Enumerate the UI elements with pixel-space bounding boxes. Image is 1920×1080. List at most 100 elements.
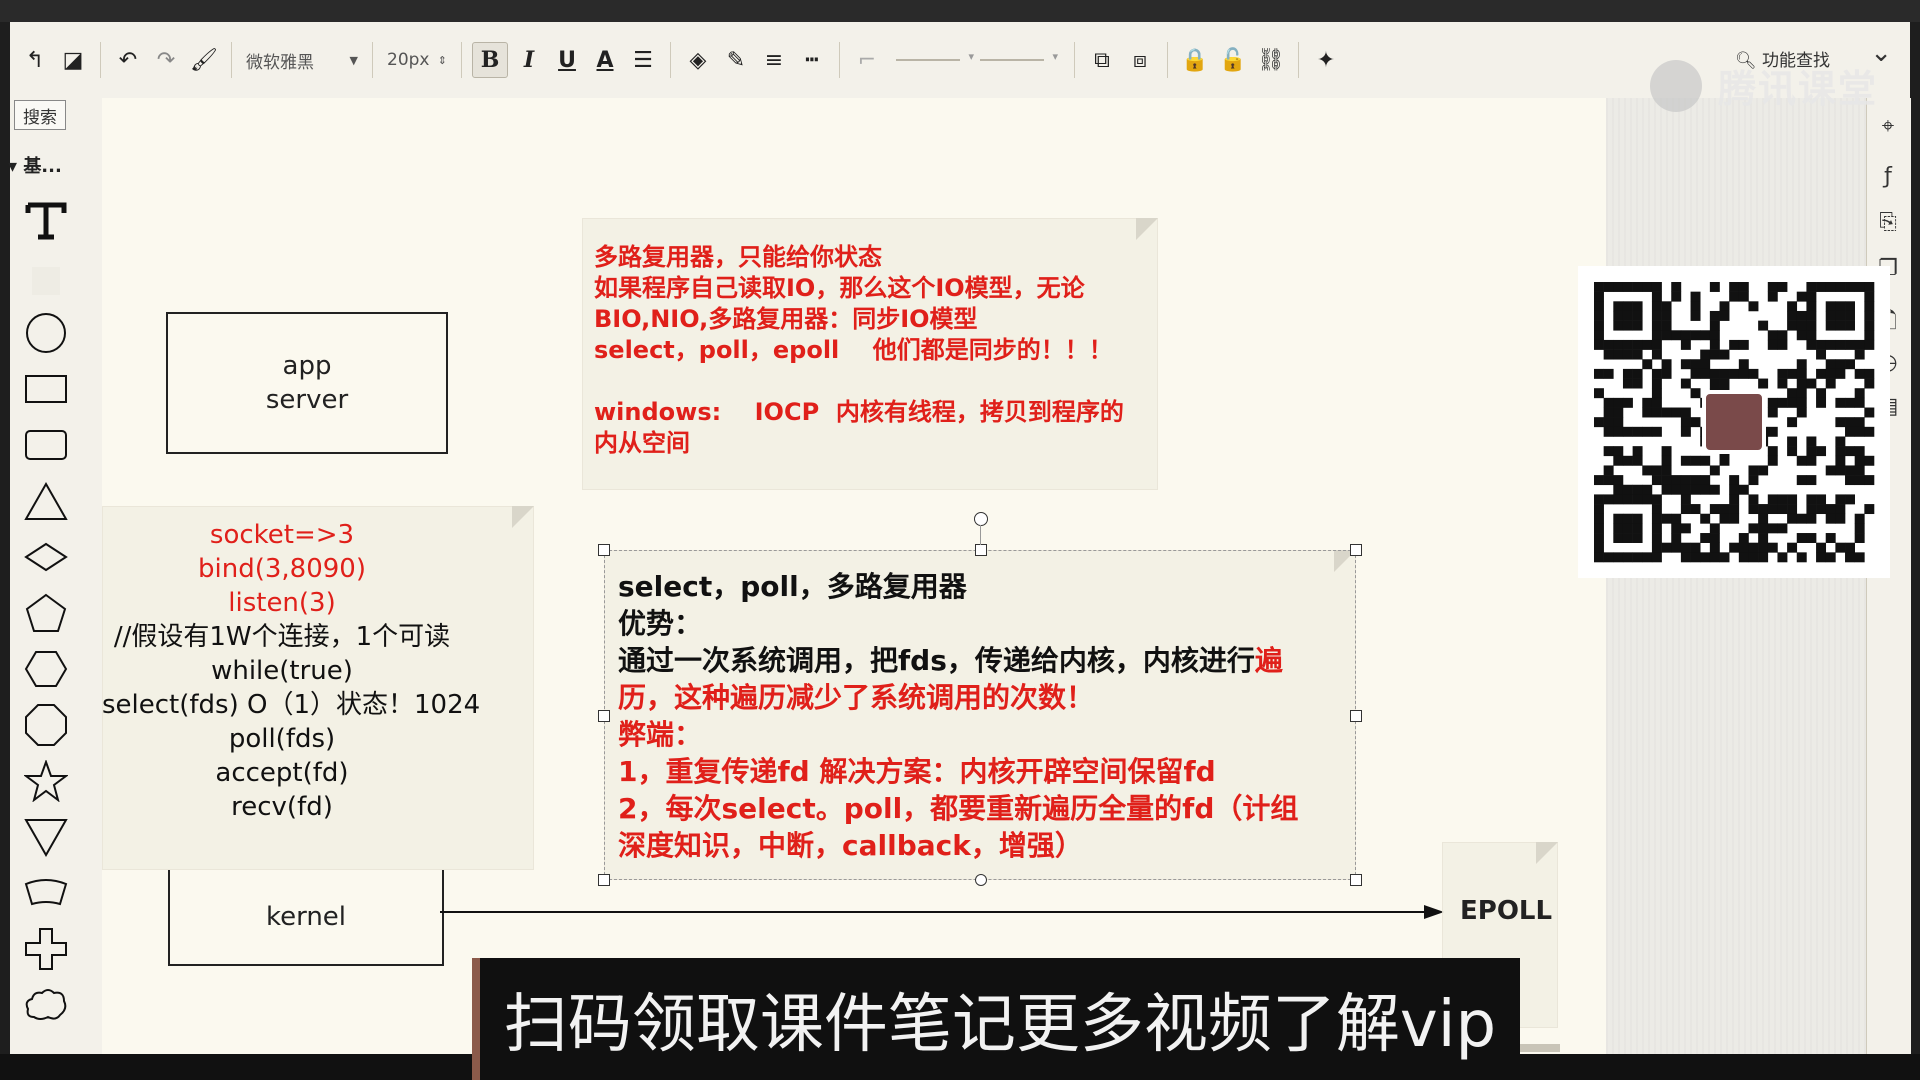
code-line: bind(3,8090) — [198, 554, 366, 584]
code-line: socket=>3 — [209, 520, 355, 550]
window-top-strip — [0, 0, 1920, 22]
note-fold-corner — [1136, 218, 1158, 240]
diamond-shape-icon[interactable] — [20, 534, 72, 580]
undo-icon[interactable]: ↶ — [111, 43, 145, 77]
note-multiplexer[interactable]: 多路复用器，只能给你状态 如果程序自己读取IO，那么这个IO模型，无论 BIO,… — [582, 218, 1158, 490]
connector-icon[interactable]: ⌐ — [850, 43, 884, 77]
divider — [1298, 42, 1299, 78]
cloud-shape-icon[interactable] — [20, 982, 72, 1028]
cross-shape-icon[interactable] — [20, 926, 72, 972]
octagon-shape-icon[interactable] — [20, 702, 72, 748]
end-arrow-select[interactable] — [980, 50, 1058, 63]
magic-wand-icon[interactable]: ✦ — [1309, 43, 1343, 77]
font-size-select[interactable]: 20px ⇕ — [381, 42, 453, 78]
line-color-icon[interactable]: ✎ — [719, 43, 753, 77]
selection-frame — [604, 550, 1356, 880]
app-server-label-line: app — [282, 351, 332, 381]
underline-button[interactable]: U — [550, 43, 584, 77]
font-size-value: 20px — [387, 50, 430, 70]
divider — [839, 42, 840, 78]
back-icon[interactable]: ↰ — [18, 43, 52, 77]
resize-handle-s[interactable] — [975, 874, 987, 886]
qr-code — [1578, 266, 1890, 578]
font-family-select[interactable]: 微软雅黑 ▼ — [240, 42, 364, 78]
rectangle-shape-icon[interactable] — [20, 366, 72, 412]
align-icon[interactable]: ☰ — [626, 43, 660, 77]
divider — [231, 42, 232, 78]
divider — [100, 42, 101, 78]
unlock-icon[interactable]: 🔓 — [1216, 43, 1250, 77]
font-color-button[interactable]: A — [588, 43, 622, 77]
shape-search-input[interactable]: 搜索 — [14, 100, 66, 130]
arrow-kernel-to-epoll[interactable] — [440, 902, 1450, 922]
resize-handle-w[interactable] — [598, 710, 610, 722]
inverted-triangle-shape-icon[interactable] — [20, 814, 72, 860]
export-icon[interactable]: ⎘ — [1873, 210, 1903, 240]
redo-icon[interactable]: ↷ — [149, 43, 183, 77]
italic-button[interactable]: I — [512, 43, 546, 77]
line-style-icon[interactable]: ┅ — [795, 43, 829, 77]
code-line: //假设有1W个连接，1个可读 — [113, 622, 451, 652]
resize-handle-sw[interactable] — [598, 874, 610, 886]
note-fold-corner — [512, 506, 534, 528]
note-line: BIO,NIO,多路复用器：同步IO模型 — [594, 305, 978, 333]
circle-shape-icon[interactable] — [20, 310, 72, 356]
text-shape-icon[interactable] — [20, 198, 72, 244]
toolbar: ↰ ◪ ↶ ↷ 🖌 微软雅黑 ▼ 20px ⇕ B I U A ☰ ◈ ✎ ≡ … — [10, 22, 1910, 99]
rounded-rectangle-shape-icon[interactable] — [20, 422, 72, 468]
note-line — [594, 366, 1124, 397]
fill-color-icon[interactable]: ◈ — [681, 43, 715, 77]
resize-handle-nw[interactable] — [598, 544, 610, 556]
note-line: windows: IOCP 内核有线程，拷贝到程序的 — [594, 398, 1124, 426]
link-icon[interactable]: ⛓ — [1254, 43, 1288, 77]
stepper-icon: ⇕ — [437, 53, 447, 67]
tencent-classroom-watermark: 腾讯课堂 — [1718, 67, 1879, 111]
code-line: poll(fds) — [228, 724, 336, 754]
resize-handle-e[interactable] — [1350, 710, 1362, 722]
send-back-icon[interactable]: ⧈ — [1123, 43, 1157, 77]
rotate-handle-stem — [980, 525, 981, 545]
formula-icon[interactable]: ƒ — [1873, 164, 1903, 194]
divider — [372, 42, 373, 78]
kernel-label: kernel — [265, 902, 347, 932]
rotate-handle[interactable] — [974, 512, 988, 526]
code-line: accept(fd) — [215, 758, 349, 788]
divider — [1167, 42, 1168, 78]
format-painter-icon[interactable]: 🖌 — [187, 43, 221, 77]
line-width-icon[interactable]: ≡ — [757, 43, 791, 77]
start-arrow-select[interactable] — [896, 50, 974, 63]
font-family-value: 微软雅黑 — [246, 52, 314, 73]
note-multiplexer-text: 多路复用器，只能给你状态 如果程序自己读取IO，那么这个IO模型，无论 BIO,… — [594, 242, 1124, 459]
triangle-shape-icon[interactable] — [20, 478, 72, 524]
divider — [1074, 42, 1075, 78]
tencent-classroom-logo — [1650, 60, 1702, 112]
resize-handle-n[interactable] — [975, 544, 987, 556]
divider — [670, 42, 671, 78]
code-line: select(fds) O（1）状态！1024 — [102, 690, 481, 720]
resize-handle-se[interactable] — [1350, 874, 1362, 886]
note-fold-corner — [1536, 842, 1558, 864]
app-server-label-line: server — [265, 385, 349, 415]
pentagon-shape-icon[interactable] — [20, 590, 72, 636]
resize-handle-ne[interactable] — [1350, 544, 1362, 556]
star-shape-icon[interactable] — [20, 758, 72, 804]
bring-front-icon[interactable]: ⧉ — [1085, 43, 1119, 77]
hexagon-shape-icon[interactable] — [20, 646, 72, 692]
note-code[interactable]: socket=>3 bind(3,8090) listen(3) //假设有1W… — [102, 506, 534, 870]
code-lines: socket=>3 bind(3,8090) listen(3) //假设有1W… — [102, 518, 481, 824]
category-basic-label: 基... — [23, 156, 62, 177]
format-panel-icon[interactable]: ◪ — [56, 43, 90, 77]
code-line: while(true) — [211, 656, 353, 686]
note-line: 内从空间 — [594, 429, 690, 457]
navigator-icon[interactable]: ⌖ — [1873, 114, 1903, 144]
placeholder-shape-icon[interactable] — [20, 258, 72, 304]
note-line: 多路复用器，只能给你状态 — [594, 243, 882, 271]
trapezoid-shape-icon[interactable] — [20, 870, 72, 916]
kernel-box[interactable]: kernel — [168, 870, 444, 966]
lock-icon[interactable]: 🔒 — [1178, 43, 1212, 77]
app-server-box[interactable]: app server — [166, 312, 448, 454]
divider — [461, 42, 462, 78]
bold-button[interactable]: B — [472, 42, 508, 78]
category-basic[interactable]: ▾ 基... — [8, 152, 62, 178]
code-line: recv(fd) — [231, 792, 333, 822]
